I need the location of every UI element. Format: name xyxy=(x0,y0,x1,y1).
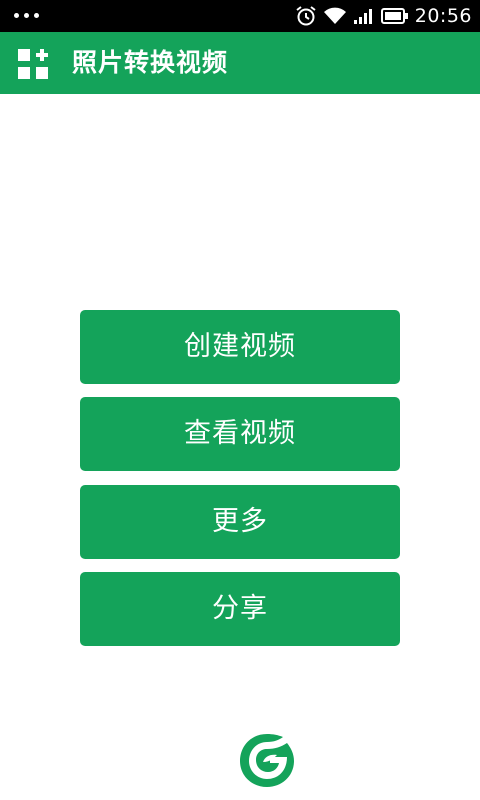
share-button[interactable]: 分享 xyxy=(80,572,400,646)
status-icons: 20:56 xyxy=(295,4,472,28)
create-video-button[interactable]: 创建视频 xyxy=(80,310,400,384)
leaf-g-logo-icon xyxy=(240,734,294,787)
view-video-button[interactable]: 查看视频 xyxy=(80,397,400,471)
more-button[interactable]: 更多 xyxy=(80,485,400,559)
battery-icon xyxy=(380,8,408,24)
status-bar: 20:56 xyxy=(0,0,480,32)
alarm-icon xyxy=(296,6,316,26)
notification-dots-icon xyxy=(14,13,39,18)
signal-icon xyxy=(353,9,372,24)
wifi-icon xyxy=(323,7,346,24)
app-bar: 照片转换视频 xyxy=(0,32,480,94)
page-title: 照片转换视频 xyxy=(72,48,229,77)
grid-menu-icon[interactable] xyxy=(18,49,48,79)
status-time: 20:56 xyxy=(414,5,472,27)
